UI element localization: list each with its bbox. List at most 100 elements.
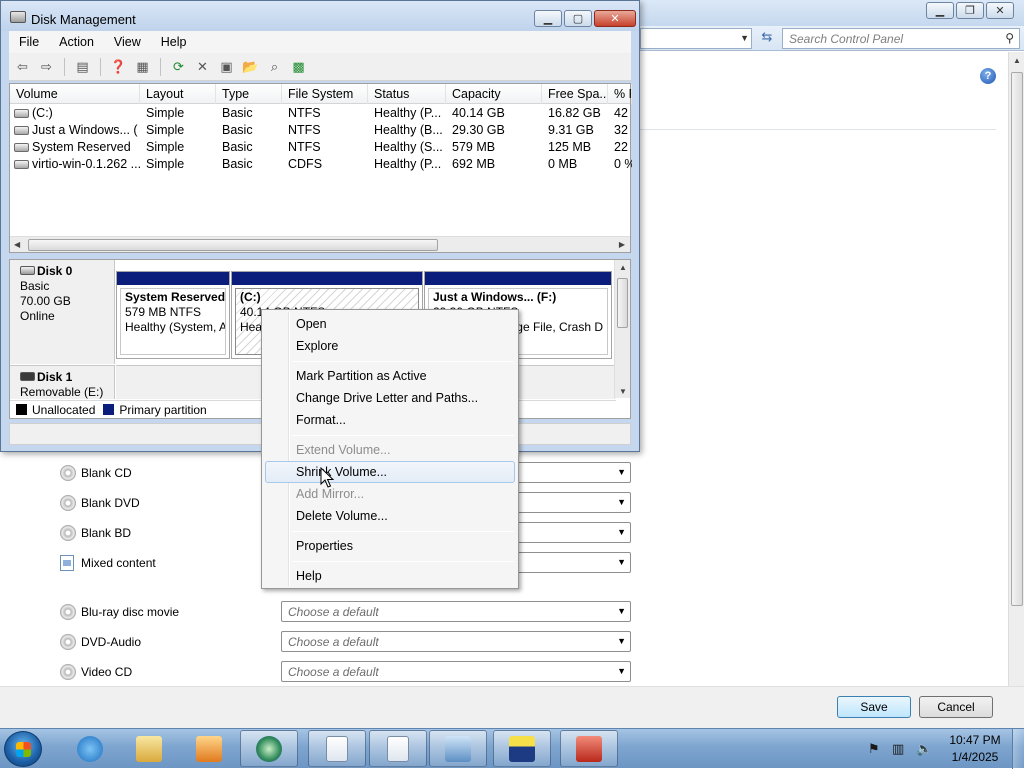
scroll-up-icon[interactable]: ▲ <box>619 263 627 272</box>
cell-capacity: 29.30 GB <box>452 123 505 137</box>
chevron-down-icon[interactable]: ▼ <box>617 527 626 537</box>
partition-name: System Reserved <box>125 290 226 304</box>
table-row[interactable]: System Reserved Simple Basic NTFS Healthy (S… <box>10 139 630 156</box>
toolbar: ⇦ ⇨ ▤ ❓ ▦ ⟳ ✕ ▣ 📂 ⌕ ▩ <box>9 53 631 81</box>
taskbar-app[interactable] <box>180 730 238 767</box>
legend-label: Primary partition <box>119 402 207 417</box>
search-input[interactable]: Search Control Panel ⚲ <box>782 28 1020 49</box>
close-button[interactable]: ✕ <box>986 2 1014 19</box>
column-header[interactable]: Status <box>368 84 446 104</box>
chevron-down-icon[interactable]: ▼ <box>617 666 626 676</box>
disk0-size: 70.00 GB <box>20 294 71 308</box>
address-field[interactable]: ▼ <box>640 28 752 49</box>
cell-layout: Simple <box>146 140 185 154</box>
disc-icon <box>60 495 76 511</box>
taskbar-app[interactable] <box>493 730 551 767</box>
default-action-dropdown[interactable]: Choose a default ▼ <box>281 661 631 682</box>
table-row[interactable]: virtio-win-0.1.262 ... Simple Basic CDFS Hea… <box>10 156 632 173</box>
chevron-down-icon[interactable]: ▼ <box>617 467 626 477</box>
column-header[interactable]: Layout <box>140 84 216 104</box>
help-book-icon[interactable]: ❓ <box>109 57 128 76</box>
minimize-button[interactable]: ▁ <box>534 10 562 27</box>
toolbar-separator <box>100 57 101 76</box>
menu-item-help[interactable]: Help <box>265 565 515 587</box>
scroll-left-icon[interactable]: ◀ <box>14 240 20 249</box>
scrollbar-thumb[interactable] <box>28 239 438 251</box>
table-row[interactable]: (C:) Simple Basic NTFS Healthy (P... 40.14 GB… <box>10 105 630 122</box>
taskbar-app[interactable] <box>308 730 366 767</box>
menu-item-delete-volume[interactable]: Delete Volume... <box>265 505 515 527</box>
vertical-scrollbar[interactable]: ▲ ▼ <box>614 260 630 398</box>
taskbar-app[interactable] <box>61 730 119 767</box>
restore-button[interactable]: ❐ <box>956 2 984 19</box>
taskbar-app[interactable] <box>429 730 487 767</box>
cancel-button[interactable]: Cancel <box>919 696 993 718</box>
column-header[interactable]: Volume <box>10 84 140 104</box>
delete-icon[interactable]: ✕ <box>193 57 212 76</box>
horizontal-scrollbar[interactable]: ◀ ▶ <box>10 236 630 252</box>
partition-system-reserved[interactable]: System Reserved 579 MB NTFS Healthy (Sys… <box>116 271 230 359</box>
properties-pane-icon[interactable]: ▦ <box>133 57 152 76</box>
open-folder-icon[interactable]: 📂 <box>241 57 260 76</box>
chevron-down-icon[interactable]: ▼ <box>740 33 749 43</box>
chevron-down-icon[interactable]: ▼ <box>617 636 626 646</box>
menu-item-format[interactable]: Format... <box>265 409 515 431</box>
search-icon[interactable]: ⚲ <box>1005 31 1014 45</box>
default-action-dropdown[interactable]: Choose a default ▼ <box>281 631 631 652</box>
table-row[interactable]: Just a Windows... (Simple Basic NTFS Health… <box>10 122 630 139</box>
column-header[interactable]: % F <box>608 84 632 104</box>
clock-time[interactable]: 10:47 PM <box>945 733 1005 747</box>
minimize-button[interactable]: ▁ <box>926 2 954 19</box>
menu-item-explore[interactable]: Explore <box>265 335 515 357</box>
menu-action[interactable]: Action <box>49 35 104 49</box>
column-header[interactable]: File System <box>282 84 368 104</box>
taskbar-app[interactable] <box>120 730 178 767</box>
vertical-scrollbar[interactable]: ▲ <box>1008 52 1024 686</box>
forward-arrow-icon[interactable]: ⇨ <box>37 57 56 76</box>
clock-date[interactable]: 1/4/2025 <box>945 750 1005 764</box>
scroll-up-icon[interactable]: ▲ <box>1013 56 1021 65</box>
menu-file[interactable]: File <box>9 35 49 49</box>
menu-item-shrink-volume[interactable]: Shrink Volume... <box>265 461 515 483</box>
scroll-right-icon[interactable]: ▶ <box>619 240 625 249</box>
scrollbar-thumb[interactable] <box>617 278 628 328</box>
column-header[interactable]: Capacity <box>446 84 542 104</box>
back-arrow-icon[interactable]: ⇦ <box>13 57 32 76</box>
action-center-flag-icon[interactable]: ⚑ <box>868 741 882 756</box>
menu-item-mark-partition-as-active[interactable]: Mark Partition as Active <box>265 365 515 387</box>
disk1-label[interactable]: Disk 1 Removable (E:) <box>10 365 115 399</box>
column-header[interactable]: Type <box>216 84 282 104</box>
maximize-button[interactable]: ▢ <box>564 10 592 27</box>
start-button[interactable] <box>4 731 42 767</box>
save-button[interactable]: Save <box>837 696 911 718</box>
taskbar-app[interactable] <box>240 730 298 767</box>
menu-item-properties[interactable]: Properties <box>265 535 515 557</box>
disk-management-titlebar[interactable]: Disk Management ▁ ▢ ✕ <box>1 1 639 31</box>
network-icon[interactable]: ▥ <box>892 741 906 756</box>
properties-icon[interactable]: ▣ <box>217 57 236 76</box>
chevron-down-icon[interactable]: ▼ <box>617 557 626 567</box>
disk0-label[interactable]: Disk 0 Basic 70.00 GB Online <box>10 260 115 364</box>
chevron-down-icon[interactable]: ▼ <box>617 497 626 507</box>
view-icon[interactable]: ▩ <box>289 57 308 76</box>
taskbar-app[interactable] <box>560 730 618 767</box>
menu-item-change-drive-letter-and-paths[interactable]: Change Drive Letter and Paths... <box>265 387 515 409</box>
column-header[interactable]: Free Spa... <box>542 84 608 104</box>
menu-item-open[interactable]: Open <box>265 313 515 335</box>
taskbar-app[interactable] <box>369 730 427 767</box>
volume-icon[interactable]: 🔈 <box>916 741 932 756</box>
help-icon[interactable]: ? <box>980 68 996 84</box>
show-desktop-button[interactable] <box>1012 729 1024 769</box>
default-action-dropdown[interactable]: Choose a default ▼ <box>281 601 631 622</box>
disc-icon <box>60 525 76 541</box>
search-magnifier-icon[interactable]: ⌕ <box>265 57 284 76</box>
close-button[interactable]: ✕ <box>594 10 636 27</box>
refresh-icon[interactable]: ⇆ <box>756 29 778 48</box>
show-hide-tree-icon[interactable]: ▤ <box>73 57 92 76</box>
menu-view[interactable]: View <box>104 35 151 49</box>
refresh-icon[interactable]: ⟳ <box>169 57 188 76</box>
menu-help[interactable]: Help <box>151 35 197 49</box>
scrollbar-thumb[interactable] <box>1011 72 1023 606</box>
scroll-down-icon[interactable]: ▼ <box>619 387 627 396</box>
chevron-down-icon[interactable]: ▼ <box>617 606 626 616</box>
